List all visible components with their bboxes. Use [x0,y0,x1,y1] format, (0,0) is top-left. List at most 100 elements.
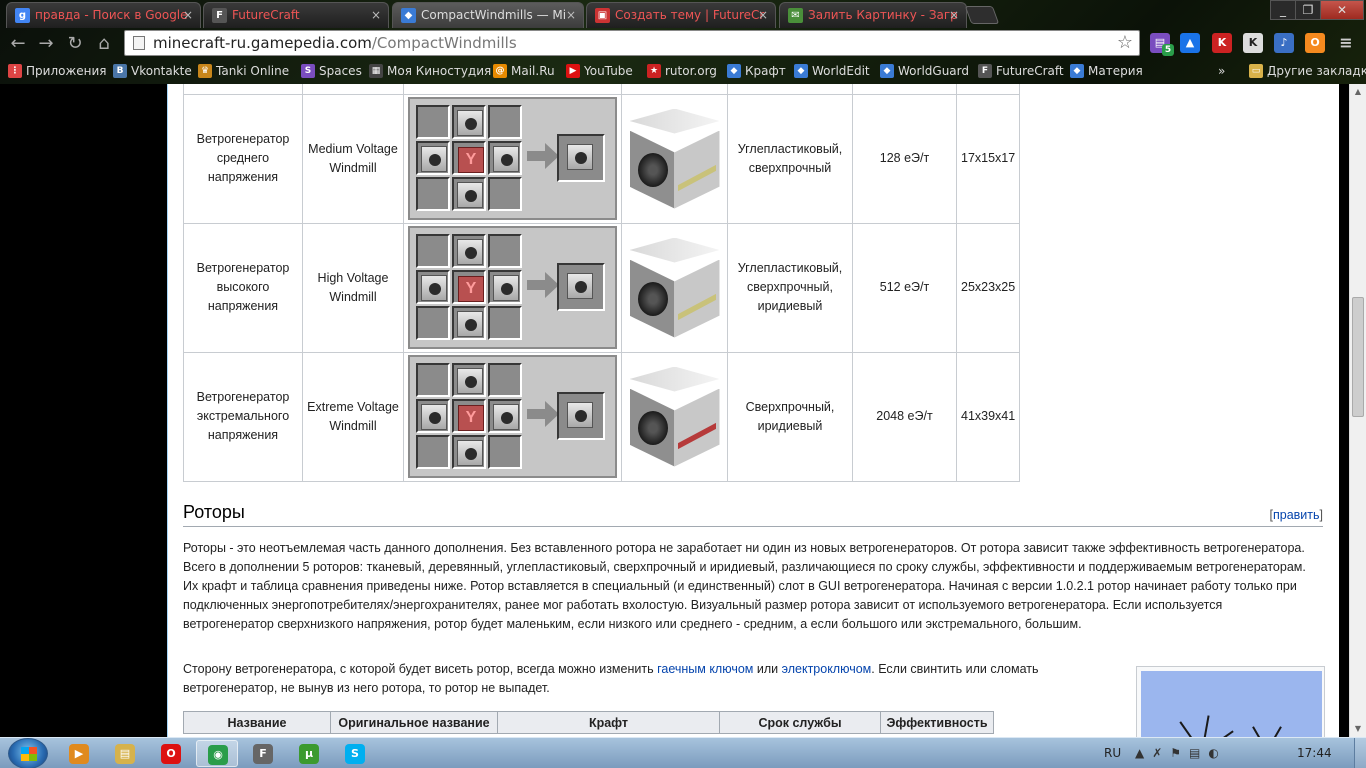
rotor-blade [1252,726,1268,737]
close-icon[interactable]: × [949,3,959,27]
scrollbar-thumb[interactable] [1352,297,1364,417]
upload-icon: ✉ [788,8,803,23]
craft-grid [403,93,622,224]
craft-slot [416,270,450,304]
bookmark-youtube[interactable]: ▶ YouTube [566,62,633,80]
craft-slot [488,141,522,175]
microphone-icon[interactable]: ♪ [1274,33,1294,53]
taskbar-app[interactable]: F [242,740,284,767]
menu-icon[interactable]: ≡ [1336,33,1356,53]
rotor-thumbnail[interactable] [1136,666,1325,737]
minimize-button[interactable]: _ [1270,0,1296,20]
skype-icon: S [345,744,365,764]
home-icon[interactable]: ⌂ [92,33,116,55]
tab-compactwindmills[interactable]: ◆ CompactWindmills — Mi × [392,2,584,28]
close-window-button[interactable]: ✕ [1320,0,1364,20]
craft-slot [416,177,450,211]
tab-upload-image[interactable]: ✉ Залить Картинку - Загр × [779,2,967,28]
reload-icon[interactable]: ↻ [63,33,87,55]
windmill-size: 41x39x41 [955,351,1021,482]
mailru-icon: @ [493,64,507,78]
taskbar-app-active[interactable]: ◉ [196,740,238,767]
bookmark-kraft[interactable]: ◆ Крафт [727,62,786,80]
rotor-blade [1201,715,1210,737]
craft-slot [416,105,450,139]
odnoklassniki-icon[interactable]: O [1305,33,1325,53]
bookmark-vkontakte[interactable]: B Vkontakte [113,62,192,80]
tab-futurecraft[interactable]: F FutureCraft × [203,2,389,28]
craft-arrow-icon [527,272,559,298]
scroll-up-icon[interactable]: ▲ [1350,84,1366,100]
k-extension-icon[interactable]: K [1243,33,1263,53]
craft-slot [416,435,450,469]
tab-title: правда - Поиск в Google [35,8,188,22]
rutor-icon: ★ [647,64,661,78]
bookmarks-overflow-chevron[interactable]: » [1218,62,1225,80]
craft-slot [488,306,522,340]
start-button[interactable] [8,738,48,768]
tab-google-search[interactable]: g правда - Поиск в Google × [6,2,201,28]
taskbar-app[interactable]: O [150,740,192,767]
close-icon[interactable]: × [566,3,576,27]
tray-icons[interactable]: ▲✗⚑▤◐ [1135,738,1275,768]
windmill-size: 17x15x17 [955,93,1021,224]
windmill-block-icon [457,182,483,208]
windows-taskbar: ▶ ▤ O ◉ F µ S RU ▲✗⚑▤◐ 17:44 [0,737,1366,768]
bookmark-spaces[interactable]: S Spaces [301,62,362,80]
edit-section-link[interactable]: править [1273,508,1320,522]
bookmark-materiya[interactable]: ◆ Материя [1070,62,1143,80]
language-indicator[interactable]: RU [1104,738,1121,768]
forward-icon[interactable]: → [34,33,58,55]
apps-icon: ⋮ [8,64,22,78]
kaspersky-icon[interactable]: K [1212,33,1232,53]
craft-grid [403,351,622,482]
bookmark-apps[interactable]: ⋮ Приложения [8,62,107,80]
futurecraft-launcher-icon: F [253,744,273,764]
bookmark-worldguard[interactable]: ◆ WorldGuard [880,62,969,80]
craft-slot [452,141,486,175]
bookmark-futurecraft[interactable]: F FutureCraft [978,62,1064,80]
new-tab-button[interactable] [964,6,1000,24]
address-bar[interactable]: minecraft-ru.gamepedia.com/CompactWindmi… [124,30,1140,56]
show-desktop-button[interactable] [1354,738,1366,768]
bookmark-tanki-online[interactable]: ♛ Tanki Online [198,62,289,80]
windmill-block-icon [457,440,483,466]
taskbar-app[interactable]: S [334,740,376,767]
close-icon[interactable]: × [183,3,193,27]
bookmark-worldedit[interactable]: ◆ WorldEdit [794,62,870,80]
circuit-icon [458,147,484,173]
vk-icon: B [113,64,127,78]
craft-slot [452,399,486,433]
maximize-button[interactable]: ❐ [1295,0,1321,20]
craft-slot [488,270,522,304]
craft-slot [416,234,450,268]
bookmark-rutor[interactable]: ★ rutor.org [647,62,717,80]
bookmark-star-icon[interactable]: ☆ [1117,31,1133,55]
taskbar-app[interactable]: ▤ [104,740,146,767]
film-icon: ▦ [369,64,383,78]
other-bookmarks[interactable]: ▭ Другие закладки [1249,62,1366,80]
bookmark-mailru[interactable]: @ Mail.Ru [493,62,555,80]
scroll-down-icon[interactable]: ▼ [1350,721,1366,737]
vertical-scrollbar[interactable]: ▲ ▼ [1349,84,1366,737]
windmill-block-icon [493,146,519,172]
cube-icon: ◆ [880,64,894,78]
clock[interactable]: 17:44 [1297,738,1332,768]
windmill-name: Ветрогенератор среднего напряжения [183,93,303,224]
craft-slot [452,105,486,139]
wrench-link[interactable]: гаечным ключом [657,662,753,676]
google-drive-icon[interactable]: ▲ [1180,33,1200,53]
craft-slot [488,435,522,469]
taskbar-app[interactable]: ▶ [58,740,100,767]
electric-wrench-link[interactable]: электроключом [782,662,872,676]
back-icon[interactable]: ← [6,33,30,55]
close-icon[interactable]: × [758,3,768,27]
bookmark-kinostudio[interactable]: ▦ Моя Киностудия [369,62,491,80]
taskbar-app[interactable]: µ [288,740,330,767]
tab-create-topic[interactable]: ▣ Создать тему | FutureCr × [586,2,776,28]
windmills-table: Ветрогенератор среднего напряжения Mediu… [183,84,1021,482]
close-icon[interactable]: × [371,3,381,27]
rotors-table: Название Оригинальное название Крафт Сро… [183,711,994,734]
column-header: Название [183,711,331,734]
column-header: Срок службы [719,711,881,734]
